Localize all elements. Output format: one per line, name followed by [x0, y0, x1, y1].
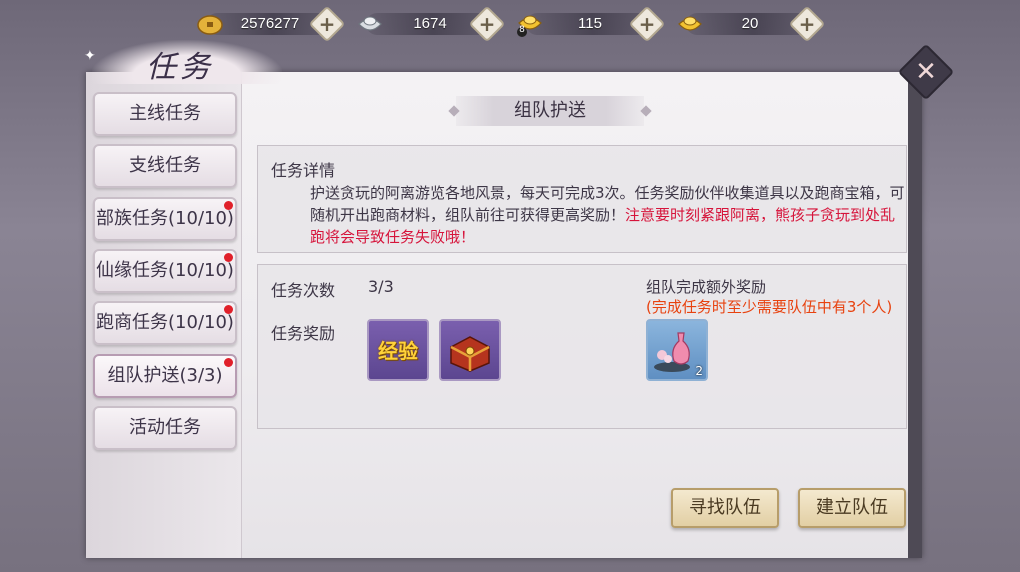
treasure-chest-icon: [450, 336, 490, 372]
section-title: 组队护送: [456, 96, 644, 126]
notification-dot: [224, 305, 233, 314]
task-info-box: [257, 264, 907, 429]
reward-chest-item[interactable]: [439, 319, 501, 381]
currency-bar: 2576277 + 1674 + 8 115 + 20 +: [196, 5, 836, 43]
notification-dot: [224, 201, 233, 210]
silver-value: 1674: [413, 15, 447, 32]
task-reward-label: 任务奖励: [271, 324, 336, 343]
details-text: 护送贪玩的阿离游览各地风景，每天可完成3次。任务奖励伙伴收集道具以及跑商宝箱，可…: [310, 184, 905, 246]
window-title: 任务: [146, 50, 214, 85]
create-team-button[interactable]: 建立队伍: [798, 488, 906, 528]
tab-event-quest[interactable]: 活动任务: [93, 406, 237, 450]
notification-dot: [224, 253, 233, 262]
add-silver-button[interactable]: +: [468, 5, 506, 43]
tab-immortal-quest[interactable]: 仙缘任务(10/10): [93, 249, 237, 293]
team-bonus-item[interactable]: 2: [646, 319, 708, 381]
add-copper-button[interactable]: +: [308, 5, 346, 43]
task-count-value: 3/3: [368, 277, 394, 296]
tab-team-escort[interactable]: 组队护送(3/3): [93, 354, 237, 398]
add-gold-button[interactable]: +: [788, 5, 826, 43]
reward-exp-item[interactable]: 经验: [367, 319, 429, 381]
tab-tribe-quest[interactable]: 部族任务(10/10): [93, 197, 237, 241]
team-bonus-title: 组队完成额外奖励: [646, 278, 767, 296]
exp-icon: 经验: [378, 339, 418, 363]
gold-value: 20: [741, 15, 759, 32]
tab-side-quest[interactable]: 支线任务: [93, 144, 237, 188]
tab-trade-quest[interactable]: 跑商任务(10/10): [93, 301, 237, 345]
copper-value: 2576277: [240, 15, 300, 32]
tab-main-quest[interactable]: 主线任务: [93, 92, 237, 136]
find-team-button[interactable]: 寻找队伍: [671, 488, 779, 528]
bird-icon: ✦: [84, 48, 96, 64]
add-bound-gold-button[interactable]: +: [628, 5, 666, 43]
notification-dot: [224, 358, 233, 367]
team-bonus-note: (完成任务时至少需要队伍中有3个人): [646, 298, 893, 316]
gold-badge: 8: [519, 25, 525, 35]
close-icon: ✕: [915, 57, 937, 87]
item-count: 2: [695, 364, 703, 378]
details-heading: 任务详情: [271, 161, 336, 180]
bound-gold-value: 115: [578, 15, 602, 32]
task-count-label: 任务次数: [271, 281, 336, 300]
